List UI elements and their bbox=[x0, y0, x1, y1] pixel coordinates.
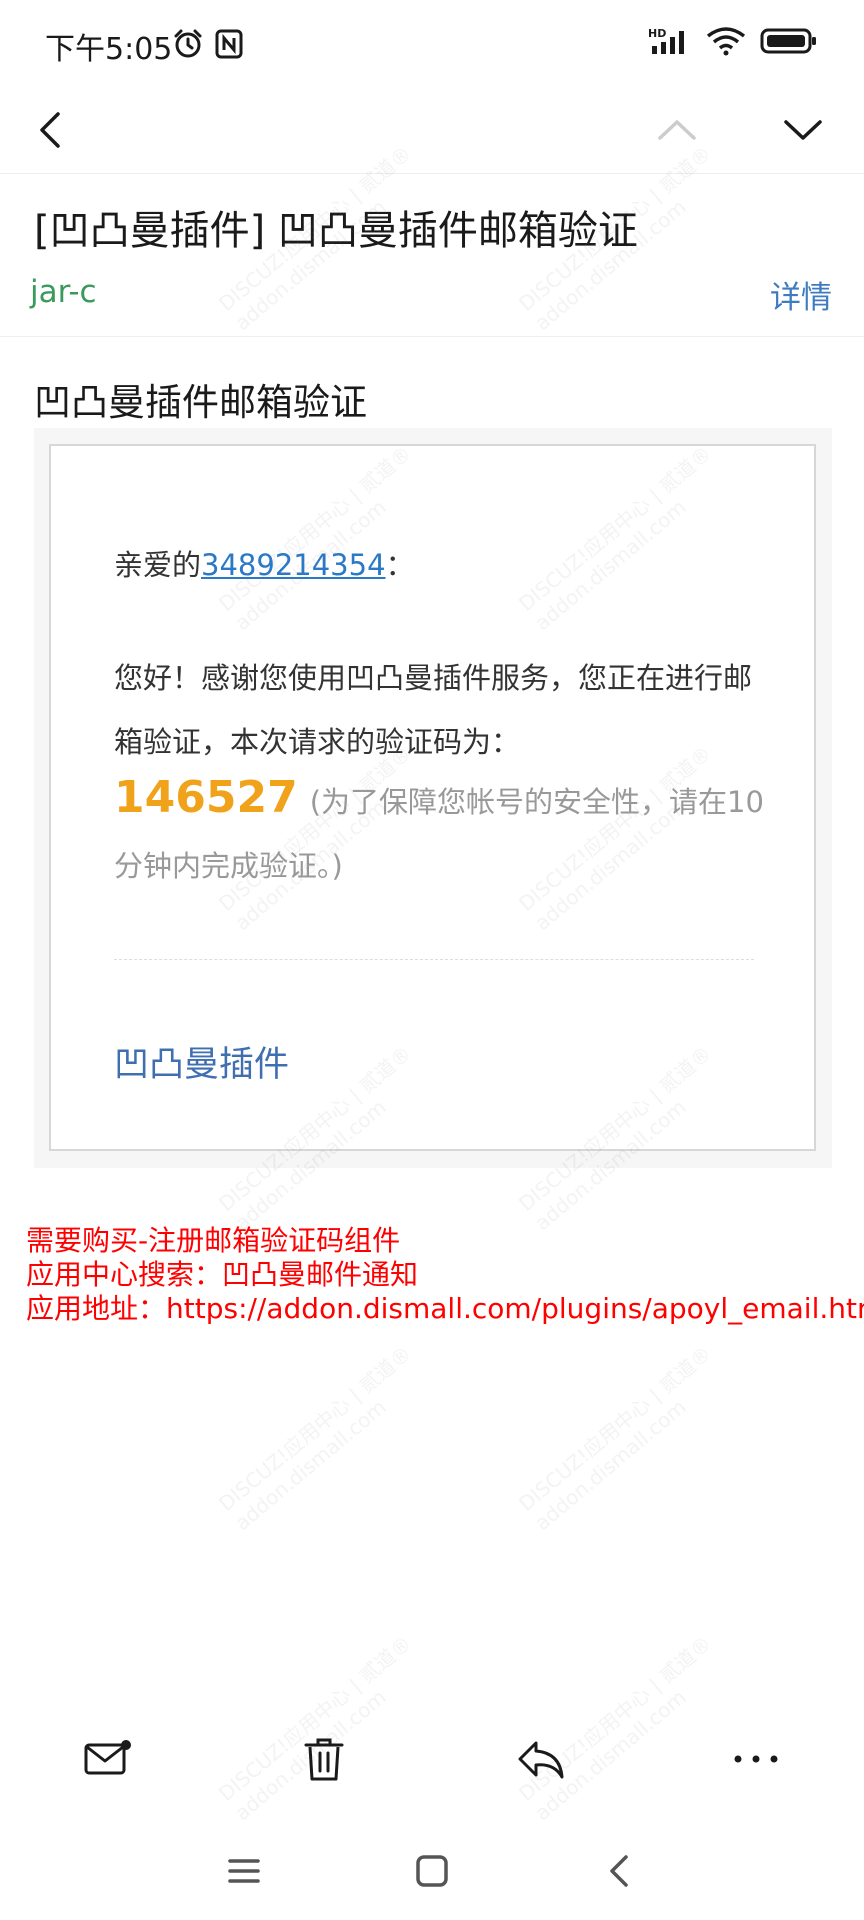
delete-icon bbox=[304, 1738, 344, 1781]
details-link[interactable]: 详情 bbox=[770, 272, 832, 317]
mail-toolbar bbox=[0, 1706, 864, 1816]
back-icon bbox=[610, 1855, 628, 1887]
note-line-1: 需要购买-注册邮箱验证码组件 bbox=[26, 1224, 401, 1257]
verification-code: 146527 bbox=[114, 772, 298, 823]
next-mail-icon bbox=[784, 120, 822, 140]
card-divider bbox=[114, 959, 754, 960]
back-button[interactable] bbox=[30, 102, 80, 158]
home-icon bbox=[416, 1855, 448, 1887]
mark-unread-icon bbox=[84, 1740, 131, 1775]
greeting: 亲爱的3489214354： bbox=[114, 542, 415, 584]
username-link[interactable]: 3489214354 bbox=[201, 548, 386, 582]
system-nav-bar bbox=[0, 1824, 864, 1920]
back-icon bbox=[40, 112, 60, 148]
verification-message: 您好！感谢您使用凹凸曼插件服务，您正在进行邮箱验证，本次请求的验证码为： bbox=[114, 661, 753, 759]
mail-content-card: 亲爱的3489214354： 您好！感谢您使用凹凸曼插件服务，您正在进行邮箱验证… bbox=[49, 444, 816, 1151]
verification-code-line: 146527 (为了保障您帐号的安全性，请在10分钟内完成验证。) bbox=[114, 766, 774, 898]
battery-icon bbox=[760, 28, 816, 54]
note-line-2: 应用中心搜索：凹凸曼邮件通知 bbox=[26, 1258, 419, 1291]
header-divider bbox=[0, 336, 864, 337]
mail-heading: 凹凸曼插件邮箱验证 bbox=[34, 381, 367, 424]
reply-button[interactable] bbox=[505, 1724, 575, 1794]
watermark: DISCUZ!应用中心 | 贰道®addon.dismall.com bbox=[214, 1341, 416, 1536]
mark-unread-button[interactable] bbox=[73, 1724, 143, 1794]
home-button[interactable] bbox=[404, 1846, 460, 1896]
sender-name[interactable]: jar-c bbox=[30, 274, 97, 310]
previous-mail-icon bbox=[658, 120, 696, 140]
mail-subject: [凹凸曼插件] 凹凸曼插件邮箱验证 bbox=[34, 208, 638, 254]
signal-icon: HD bbox=[648, 27, 684, 54]
alarm-icon bbox=[174, 29, 202, 58]
greeting-suffix: ： bbox=[385, 548, 415, 582]
purchase-note: 需要购买-注册邮箱验证码组件 应用中心搜索：凹凸曼邮件通知 应用地址：https… bbox=[26, 1224, 864, 1326]
next-mail-button[interactable] bbox=[776, 102, 830, 158]
svg-text:HD: HD bbox=[648, 27, 666, 40]
mail-signature[interactable]: 凹凸曼插件 bbox=[114, 1036, 289, 1087]
menu-icon bbox=[228, 1859, 260, 1883]
previous-mail-button[interactable] bbox=[650, 102, 704, 158]
mail-nav-bar bbox=[0, 90, 864, 174]
reply-icon bbox=[518, 1741, 564, 1779]
nfc-icon bbox=[215, 29, 243, 59]
menu-button[interactable] bbox=[216, 1846, 272, 1896]
status-time: 下午5:05 bbox=[45, 32, 173, 67]
system-back-button[interactable] bbox=[592, 1846, 648, 1896]
wifi-icon bbox=[706, 27, 746, 56]
more-icon bbox=[734, 1755, 778, 1763]
more-button[interactable] bbox=[721, 1724, 791, 1794]
status-bar: 下午5:05 HD bbox=[0, 0, 864, 90]
delete-button[interactable] bbox=[289, 1724, 359, 1794]
note-line-3: 应用地址：https://addon.dismall.com/plugins/a… bbox=[26, 1292, 864, 1325]
greeting-prefix: 亲爱的 bbox=[114, 548, 202, 582]
watermark: DISCUZ!应用中心 | 贰道®addon.dismall.com bbox=[514, 1341, 716, 1536]
